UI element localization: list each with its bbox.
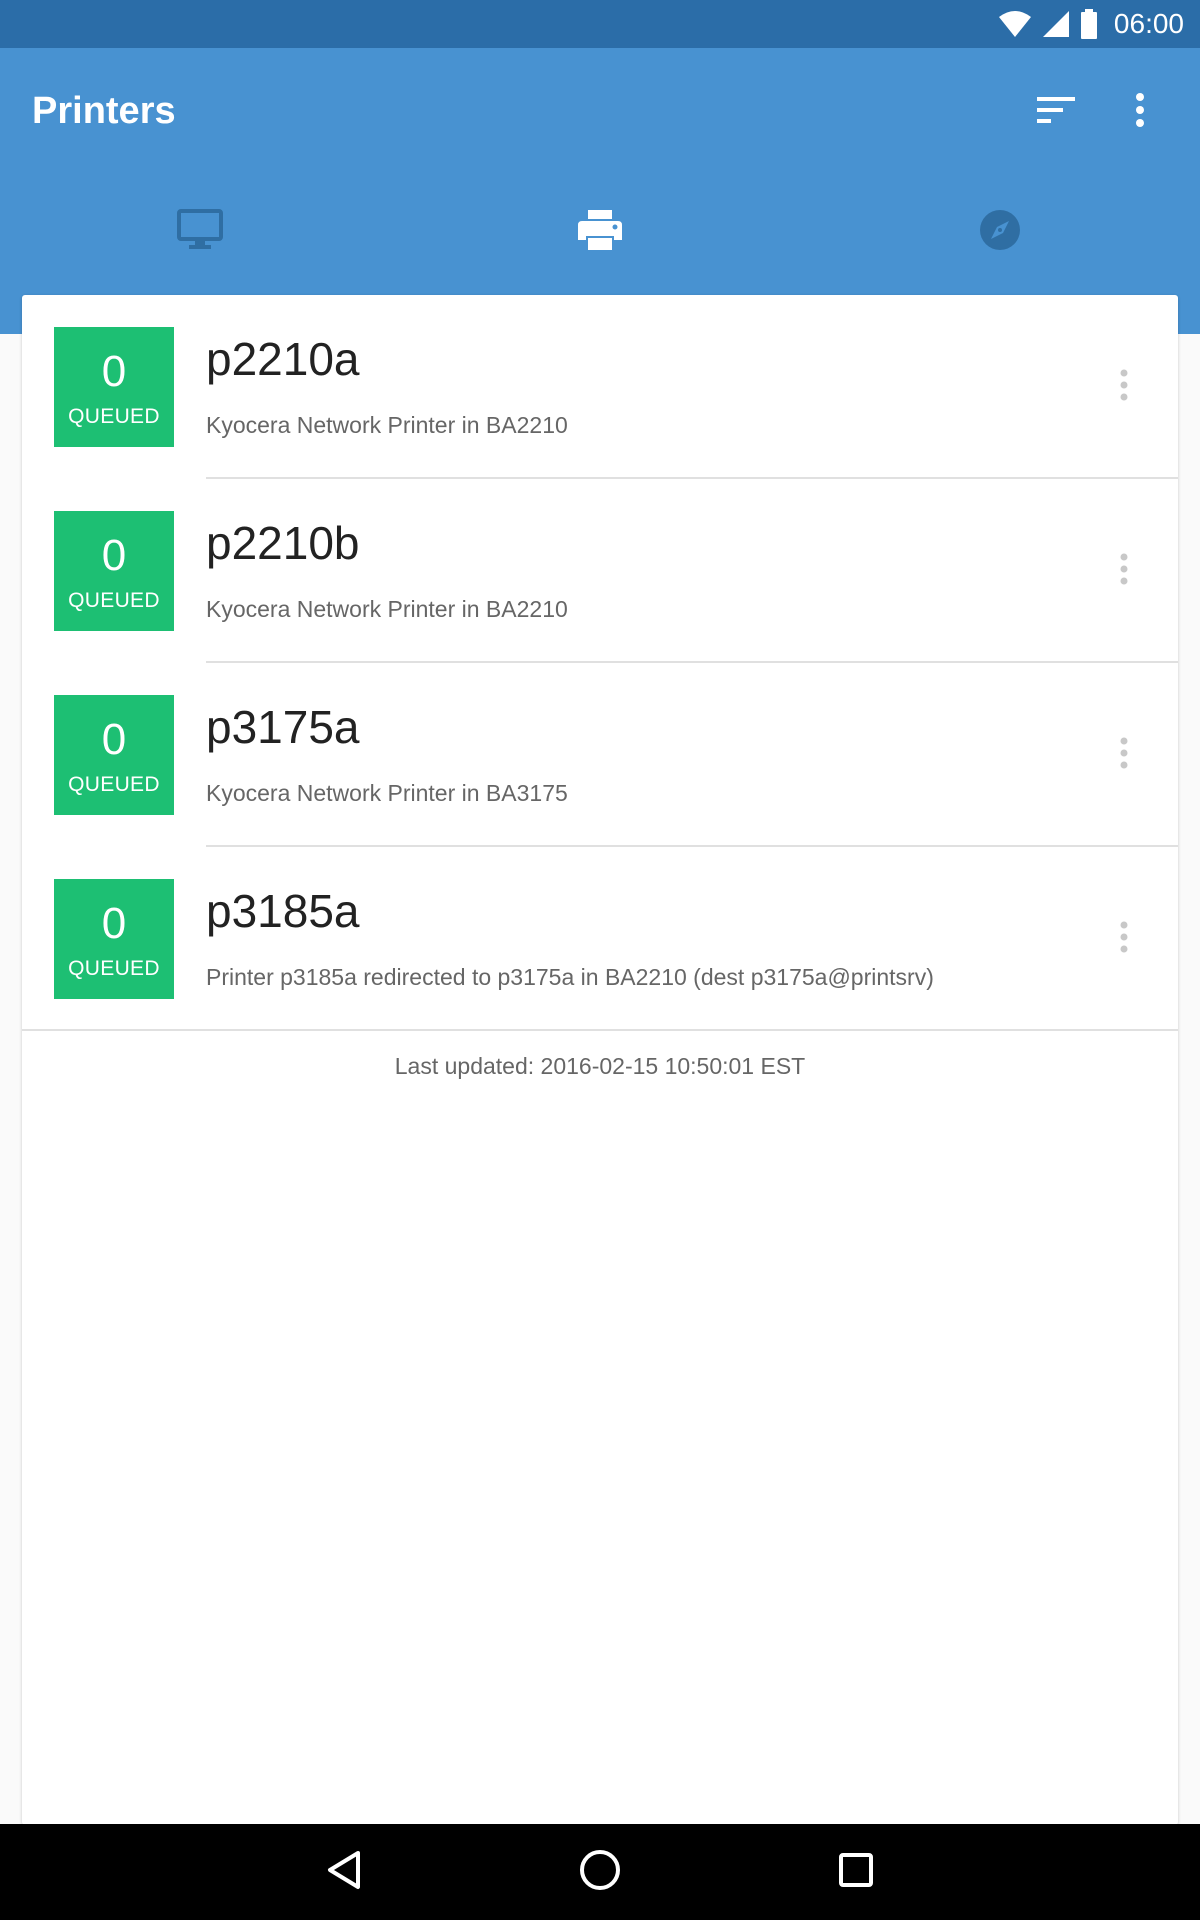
printer-name: p3175a [206,701,360,753]
list-item[interactable]: 0 QUEUED p2210a Kyocera Network Printer … [22,295,1178,479]
printer-name: p2210b [206,517,360,569]
compass-icon [979,209,1021,256]
item-menu-button[interactable] [1100,723,1148,787]
home-icon [579,1849,621,1896]
item-menu-button[interactable] [1100,355,1148,419]
screen: 06:00 Printers 0 QUEUED p2210a Kyocera N… [0,0,1200,1920]
list-item[interactable]: 0 QUEUED p3175a Kyocera Network Printer … [22,663,1178,847]
queue-count: 0 [101,899,127,948]
sort-button[interactable] [1024,80,1088,144]
queue-badge: 0 QUEUED [54,695,174,815]
more-vert-icon [1120,737,1128,774]
queue-label: QUEUED [68,957,160,980]
printer-description: Kyocera Network Printer in BA2210 [206,596,568,622]
battery-icon [1080,9,1098,39]
page-title: Printers [32,90,176,132]
wifi-icon [998,10,1032,38]
printer-list-card: 0 QUEUED p2210a Kyocera Network Printer … [22,295,1178,1825]
sort-icon [1037,96,1075,128]
back-icon [326,1850,362,1895]
cell-signal-icon [1042,10,1070,38]
queue-label: QUEUED [68,405,160,428]
divider [22,1029,1178,1031]
queue-badge: 0 QUEUED [54,511,174,631]
monitor-icon [177,208,223,256]
overflow-menu-button[interactable] [1108,80,1172,144]
printer-name: p2210a [206,333,360,385]
printer-icon [578,209,622,255]
queue-badge: 0 QUEUED [54,879,174,999]
last-updated-text: Last updated: 2016-02-15 10:50:01 EST [394,1053,806,1079]
recents-icon [838,1852,874,1893]
queue-count: 0 [101,715,127,764]
queue-label: QUEUED [68,773,160,796]
navigation-bar [0,1824,1200,1920]
item-menu-button[interactable] [1100,907,1148,971]
more-vert-icon [1120,553,1128,590]
queue-badge: 0 QUEUED [54,327,174,447]
printer-description: Kyocera Network Printer in BA3175 [206,780,568,806]
list-item[interactable]: 0 QUEUED p2210b Kyocera Network Printer … [22,479,1178,663]
queue-label: QUEUED [68,589,160,612]
list-item[interactable]: 0 QUEUED p3185a Printer p3185a redirecte… [22,847,1178,1031]
printer-description: Printer p3185a redirected to p3175a in B… [206,964,934,990]
more-vert-icon [1135,92,1145,132]
app-bar: Printers [0,48,1200,392]
more-vert-icon [1120,921,1128,958]
clock: 06:00 [1113,8,1184,39]
queue-count: 0 [101,531,127,580]
home-button[interactable] [560,1832,640,1912]
status-bar: 06:00 [0,0,1200,48]
item-menu-button[interactable] [1100,539,1148,603]
back-button[interactable] [304,1832,384,1912]
printer-name: p3185a [206,885,360,937]
queue-count: 0 [101,347,127,396]
recents-button[interactable] [816,1832,896,1912]
printer-description: Kyocera Network Printer in BA2210 [206,412,568,438]
more-vert-icon [1120,369,1128,406]
